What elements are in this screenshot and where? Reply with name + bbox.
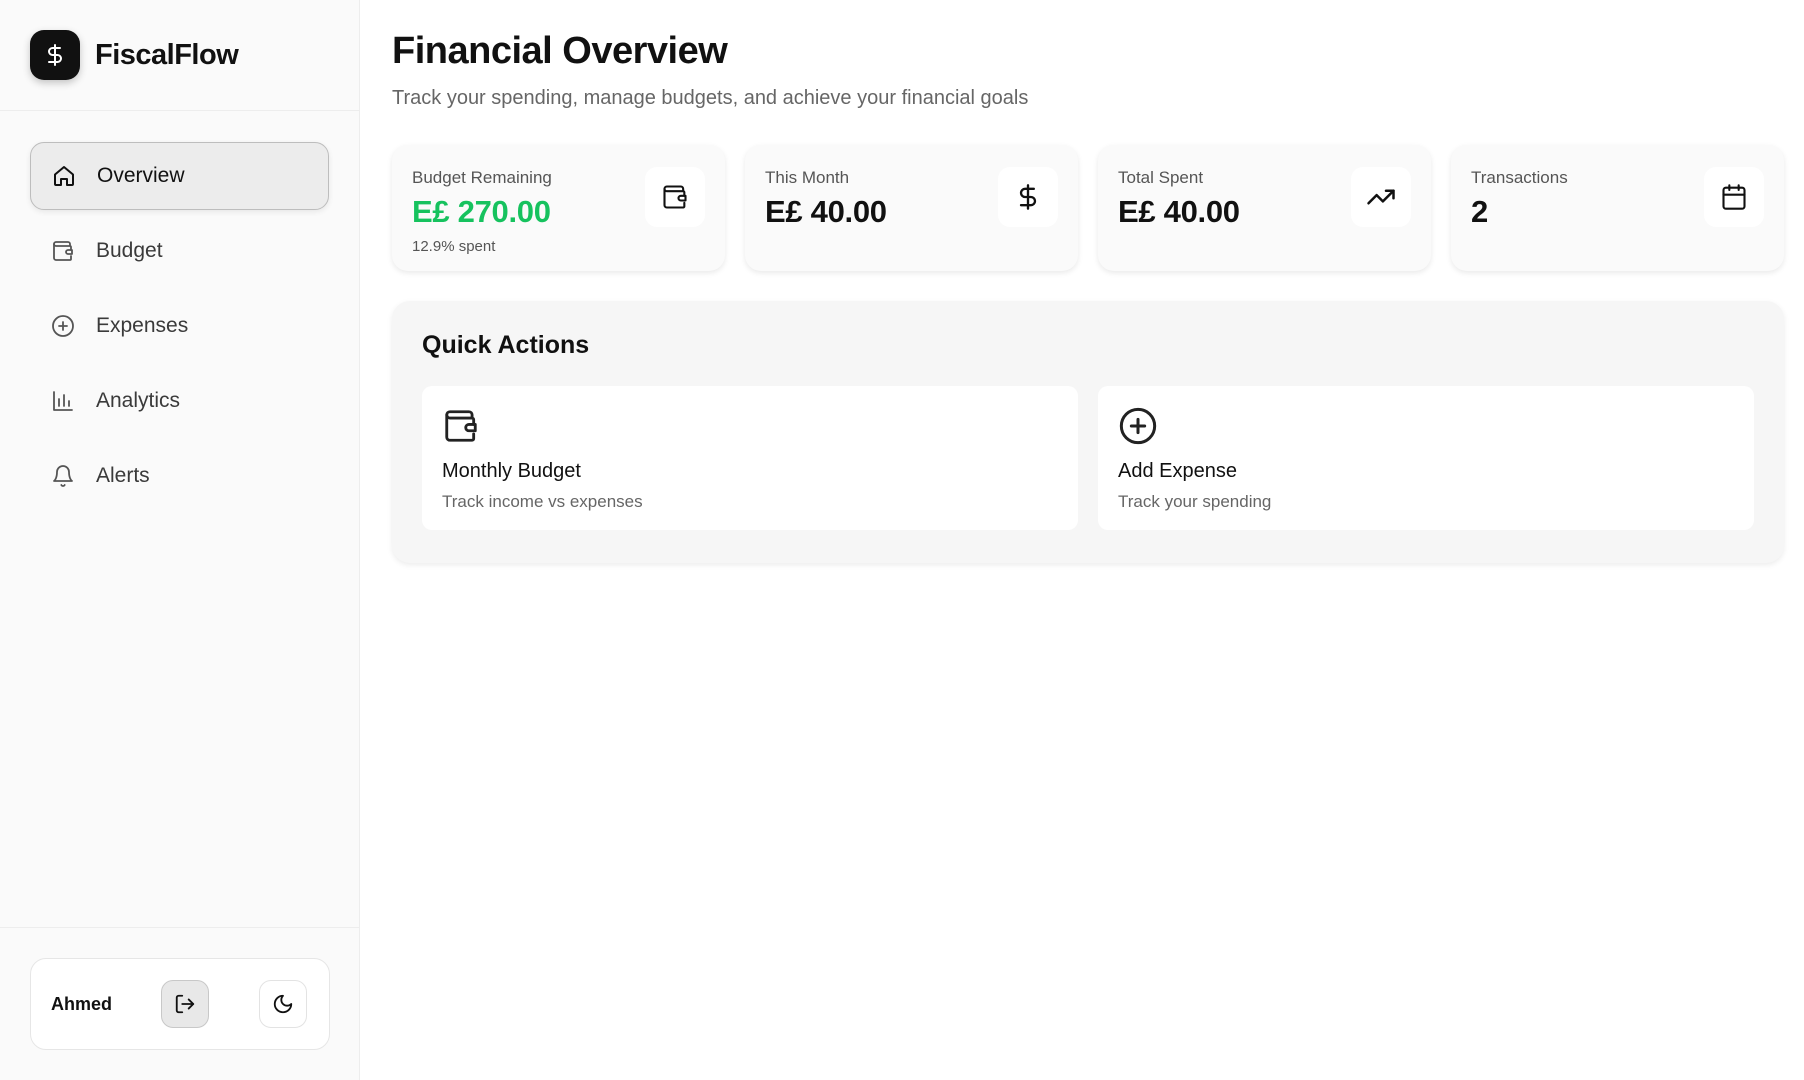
brand-header: FiscalFlow bbox=[0, 0, 359, 111]
sidebar-item-analytics[interactable]: Analytics bbox=[30, 367, 329, 435]
sidebar: FiscalFlow Overview Budget Expenses Anal… bbox=[0, 0, 360, 1080]
sidebar-item-overview[interactable]: Overview bbox=[30, 142, 329, 210]
quick-actions-panel: Quick Actions Monthly Budget Track incom… bbox=[392, 301, 1784, 563]
sidebar-item-budget[interactable]: Budget bbox=[30, 217, 329, 285]
dollar-icon bbox=[998, 167, 1058, 227]
page-subtitle: Track your spending, manage budgets, and… bbox=[392, 87, 1029, 109]
user-name: Ahmed bbox=[51, 993, 113, 1014]
home-icon bbox=[51, 163, 77, 189]
sidebar-item-label: Alerts bbox=[96, 464, 150, 487]
sidebar-item-alerts[interactable]: Alerts bbox=[30, 442, 329, 510]
bar-chart-icon bbox=[50, 388, 76, 414]
action-title: Add Expense bbox=[1118, 460, 1237, 482]
logout-button[interactable] bbox=[161, 980, 209, 1028]
sidebar-nav: Overview Budget Expenses Analytics Alert… bbox=[0, 111, 359, 510]
action-description: Track your spending bbox=[1118, 492, 1272, 511]
trending-up-icon bbox=[1351, 167, 1411, 227]
sidebar-item-label: Overview bbox=[97, 164, 185, 187]
moon-icon bbox=[273, 994, 293, 1014]
user-card: Ahmed bbox=[30, 958, 330, 1050]
sidebar-item-expenses[interactable]: Expenses bbox=[30, 292, 329, 360]
plus-circle-icon bbox=[50, 313, 76, 339]
app-root: FiscalFlow Overview Budget Expenses Anal… bbox=[0, 0, 1804, 1080]
action-title: Monthly Budget bbox=[442, 460, 581, 482]
brand-name[interactable]: FiscalFlow bbox=[95, 39, 239, 72]
stat-card-transactions[interactable]: Transactions 2 bbox=[1451, 145, 1784, 271]
action-description: Track income vs expenses bbox=[442, 492, 643, 511]
wallet-icon bbox=[50, 238, 76, 264]
sidebar-footer: Ahmed bbox=[0, 927, 360, 1080]
stat-card-this-month[interactable]: This Month E£ 40.00 bbox=[745, 145, 1078, 271]
page-title: Financial Overview bbox=[392, 30, 728, 72]
stat-card-total-spent[interactable]: Total Spent E£ 40.00 bbox=[1098, 145, 1431, 271]
bell-icon bbox=[50, 463, 76, 489]
add-expense-action[interactable]: Add Expense Track your spending bbox=[1098, 386, 1754, 530]
wallet-icon bbox=[442, 406, 482, 446]
theme-toggle-button[interactable] bbox=[259, 980, 307, 1028]
dollar-icon bbox=[48, 44, 62, 66]
sidebar-item-label: Budget bbox=[96, 239, 163, 262]
stats-row: Budget Remaining E£ 270.00 12.9% spent T… bbox=[392, 145, 1784, 271]
calendar-icon bbox=[1704, 167, 1764, 227]
wallet-icon bbox=[645, 167, 705, 227]
logout-icon bbox=[175, 994, 195, 1014]
sidebar-item-label: Analytics bbox=[96, 389, 181, 412]
plus-circle-icon bbox=[1118, 406, 1158, 446]
sidebar-item-label: Expenses bbox=[96, 314, 189, 337]
brand-logo[interactable] bbox=[30, 30, 80, 80]
main-content: Financial Overview Track your spending, … bbox=[360, 0, 1804, 1080]
quick-actions-list: Monthly Budget Track income vs expenses … bbox=[422, 386, 1754, 530]
stat-card-budget-remaining[interactable]: Budget Remaining E£ 270.00 12.9% spent bbox=[392, 145, 725, 271]
stat-sub: 12.9% spent bbox=[412, 238, 496, 255]
monthly-budget-action[interactable]: Monthly Budget Track income vs expenses bbox=[422, 386, 1078, 530]
quick-actions-title: Quick Actions bbox=[422, 331, 590, 359]
